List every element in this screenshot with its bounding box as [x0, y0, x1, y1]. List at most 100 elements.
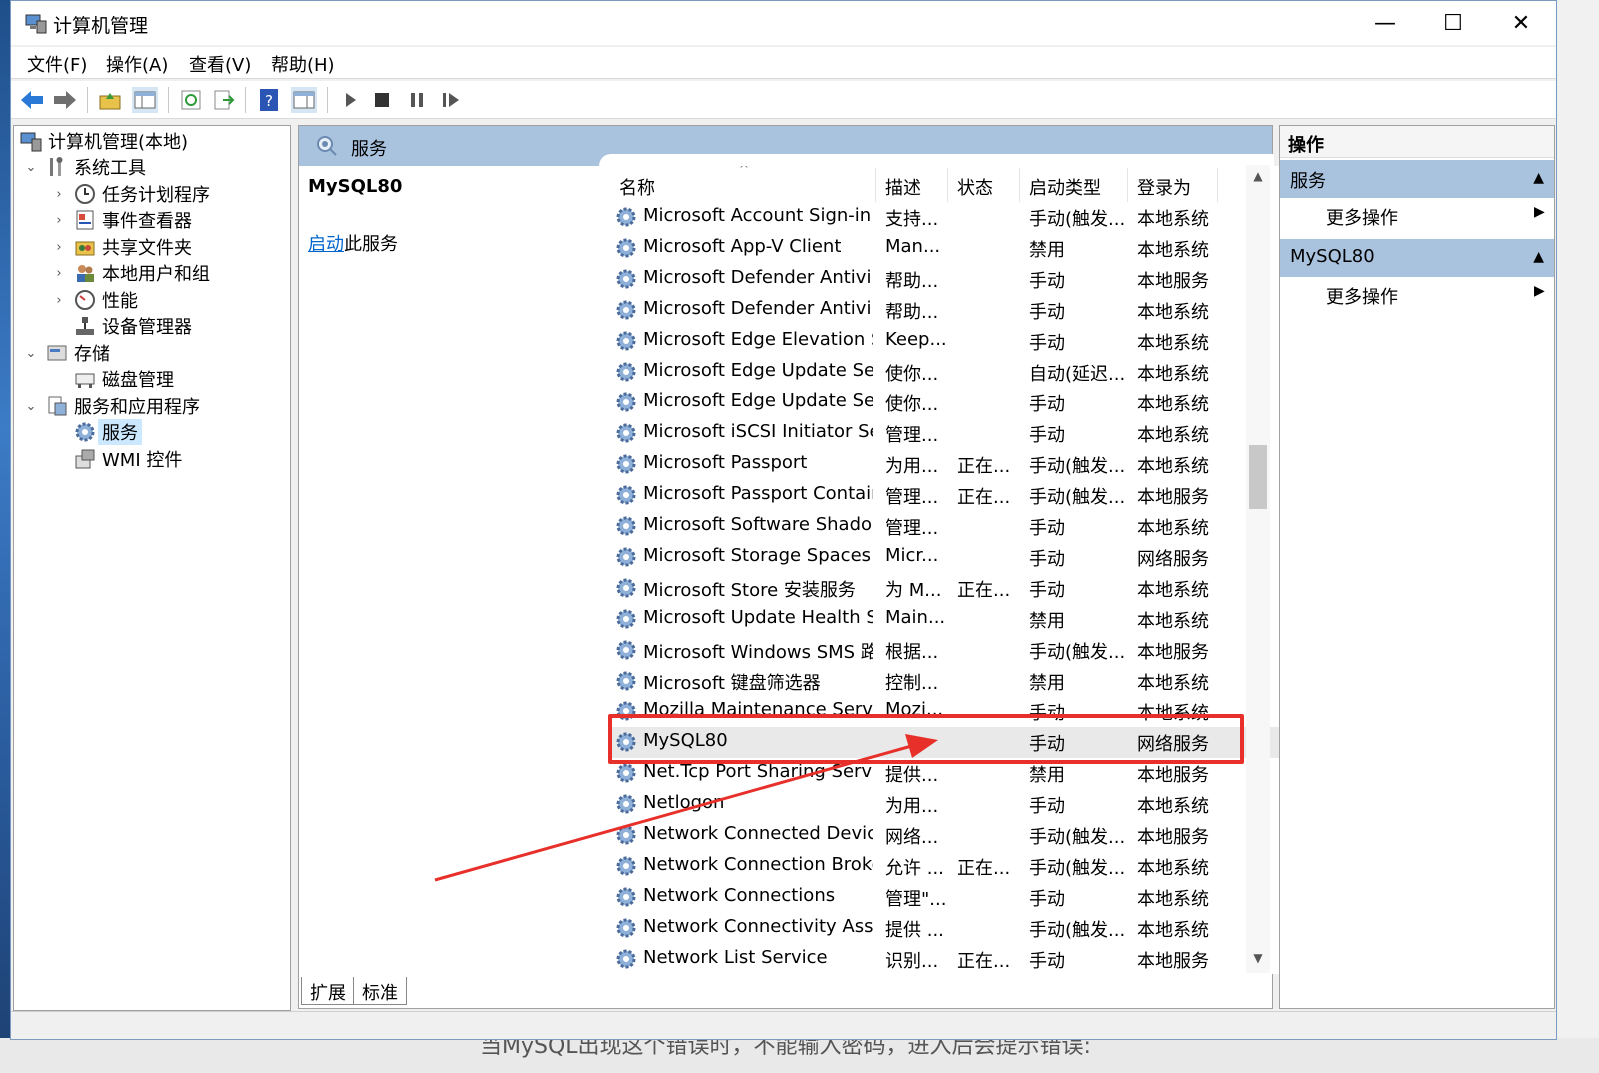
service-logon-as: 本地服务	[1137, 641, 1209, 663]
tree-wmi-control[interactable]: WMI 控件	[74, 446, 182, 472]
service-logon-as: 本地系统	[1137, 796, 1209, 818]
tree-system-tools[interactable]: ⌄ 系统工具	[24, 154, 146, 180]
collapse-up-icon[interactable]: ▲	[1533, 249, 1544, 265]
computer-icon	[20, 132, 42, 152]
service-logon-as: 本地系统	[1137, 363, 1209, 385]
service-gear-icon	[616, 516, 636, 536]
service-status: 正在...	[957, 487, 1011, 509]
service-gear-icon	[616, 949, 636, 969]
more-actions-mysql80[interactable]: 更多操作 ▶	[1326, 283, 1545, 309]
service-description: 管理...	[885, 425, 939, 447]
tree-device-manager[interactable]: 设备管理器	[74, 313, 192, 339]
more-actions-services[interactable]: 更多操作 ▶	[1326, 204, 1545, 230]
close-button[interactable]: ✕	[1487, 1, 1555, 45]
service-startup-type: 手动(触发...	[1029, 209, 1125, 230]
mysql80-highlight-box	[608, 714, 1244, 764]
export-list-icon[interactable]	[211, 87, 237, 113]
chevron-down-icon[interactable]: ⌄	[24, 399, 38, 414]
tree-local-users[interactable]: › 本地用户和组	[52, 260, 210, 286]
chevron-right-icon[interactable]: ›	[52, 266, 66, 281]
column-status[interactable]: 状态	[957, 174, 993, 200]
service-description: 提供...	[885, 765, 939, 787]
pause-service-icon[interactable]	[404, 87, 430, 113]
tree-services-and-apps[interactable]: ⌄ 服务和应用程序	[24, 393, 200, 419]
chevron-down-icon[interactable]: ⌄	[24, 160, 38, 175]
service-description: Main...	[885, 606, 945, 628]
service-startup-type: 禁用	[1029, 765, 1065, 787]
column-startup-type[interactable]: 启动类型	[1029, 174, 1101, 200]
start-service-link[interactable]: 启动	[308, 234, 344, 255]
services-pane: 服务 MySQL80 启动此服务 名称 ^ 描述 状态 启动类型 登录为 Mic…	[298, 125, 1544, 1009]
show-hide-tree-icon[interactable]	[132, 87, 158, 113]
tree-root[interactable]: 计算机管理(本地)	[20, 128, 188, 154]
column-description[interactable]: 描述	[885, 174, 921, 200]
actions-section-services[interactable]: 服务 ▲	[1280, 160, 1554, 198]
view-tabs: 扩展 标准	[299, 975, 1269, 1007]
service-description: 为用...	[885, 796, 939, 818]
service-name: Microsoft Account Sign-in ...	[643, 205, 873, 226]
actions-section-mysql80[interactable]: MySQL80 ▲	[1280, 239, 1554, 277]
service-startup-type: 手动	[1029, 796, 1065, 818]
vertical-scrollbar[interactable]: ▲ ▼	[1246, 165, 1270, 973]
service-startup-type: 手动	[1029, 548, 1065, 570]
show-action-pane-icon[interactable]	[291, 87, 317, 113]
refresh-icon[interactable]	[178, 87, 204, 113]
tree-storage[interactable]: ⌄ 存储	[24, 340, 110, 366]
title-bar[interactable]: 计算机管理 — ☐ ✕	[11, 1, 1556, 45]
tree-task-scheduler[interactable]: › 任务计划程序	[52, 181, 210, 207]
restart-service-icon[interactable]	[438, 87, 464, 113]
service-gear-icon	[616, 300, 636, 320]
chevron-right-icon[interactable]: ›	[52, 213, 66, 228]
chevron-right-icon[interactable]: ›	[52, 293, 66, 308]
scroll-thumb[interactable]	[1249, 445, 1267, 509]
up-folder-icon[interactable]	[97, 87, 123, 113]
start-service-icon[interactable]	[337, 87, 363, 113]
tree-performance[interactable]: › 性能	[52, 287, 138, 313]
shared-folder-icon	[75, 241, 95, 256]
column-name[interactable]: 名称	[619, 174, 655, 200]
actions-header: 操作	[1280, 126, 1554, 158]
service-description: 支持...	[885, 209, 939, 230]
service-description: 控制...	[885, 672, 939, 694]
menu-action[interactable]: 操作(A)	[106, 51, 168, 77]
tab-extended[interactable]: 扩展	[301, 977, 355, 1005]
scroll-up-icon[interactable]: ▲	[1246, 169, 1270, 183]
service-startup-type: 自动(延迟...	[1029, 363, 1125, 385]
maximize-button[interactable]: ☐	[1419, 1, 1487, 45]
menu-help[interactable]: 帮助(H)	[271, 51, 335, 77]
column-logon-as[interactable]: 登录为	[1137, 174, 1191, 200]
forward-arrow-icon[interactable]	[52, 87, 78, 113]
service-gear-icon	[616, 578, 636, 598]
chevron-right-icon[interactable]: ›	[52, 240, 66, 255]
back-arrow-icon[interactable]	[19, 87, 45, 113]
service-description: Man...	[885, 235, 941, 257]
service-logon-as: 本地服务	[1137, 950, 1209, 972]
tree-disk-management[interactable]: 磁盘管理	[74, 366, 174, 392]
service-description: 管理...	[885, 518, 939, 539]
scroll-down-icon[interactable]: ▼	[1246, 951, 1270, 965]
menu-view[interactable]: 查看(V)	[189, 51, 251, 77]
service-logon-as: 本地系统	[1137, 456, 1209, 478]
service-description: 帮助...	[885, 270, 939, 292]
service-startup-type: 手动(触发...	[1029, 827, 1125, 848]
storage-icon	[47, 345, 67, 361]
chevron-right-icon[interactable]: ›	[52, 187, 66, 202]
tree-shared-folders[interactable]: › 共享文件夹	[52, 234, 192, 260]
service-name: Microsoft 键盘筛选器	[643, 672, 821, 694]
menu-file[interactable]: 文件(F)	[27, 51, 87, 77]
service-logon-as: 本地系统	[1137, 239, 1209, 261]
service-gear-icon	[616, 918, 636, 938]
collapse-up-icon[interactable]: ▲	[1533, 170, 1544, 186]
service-name: Microsoft Passport Container	[643, 483, 873, 505]
tree-event-viewer[interactable]: › 事件查看器	[52, 207, 192, 233]
service-name: Network Connections	[643, 884, 836, 906]
service-description: 使你...	[885, 363, 939, 385]
stop-service-icon[interactable]	[369, 87, 395, 113]
service-startup-type: 手动	[1029, 332, 1065, 354]
chevron-down-icon[interactable]: ⌄	[24, 346, 38, 361]
help-icon[interactable]: ?	[256, 87, 282, 113]
tab-standard[interactable]: 标准	[353, 977, 407, 1005]
service-logon-as: 本地系统	[1137, 610, 1209, 632]
tree-services[interactable]: 服务	[74, 419, 142, 445]
minimize-button[interactable]: —	[1351, 1, 1419, 45]
